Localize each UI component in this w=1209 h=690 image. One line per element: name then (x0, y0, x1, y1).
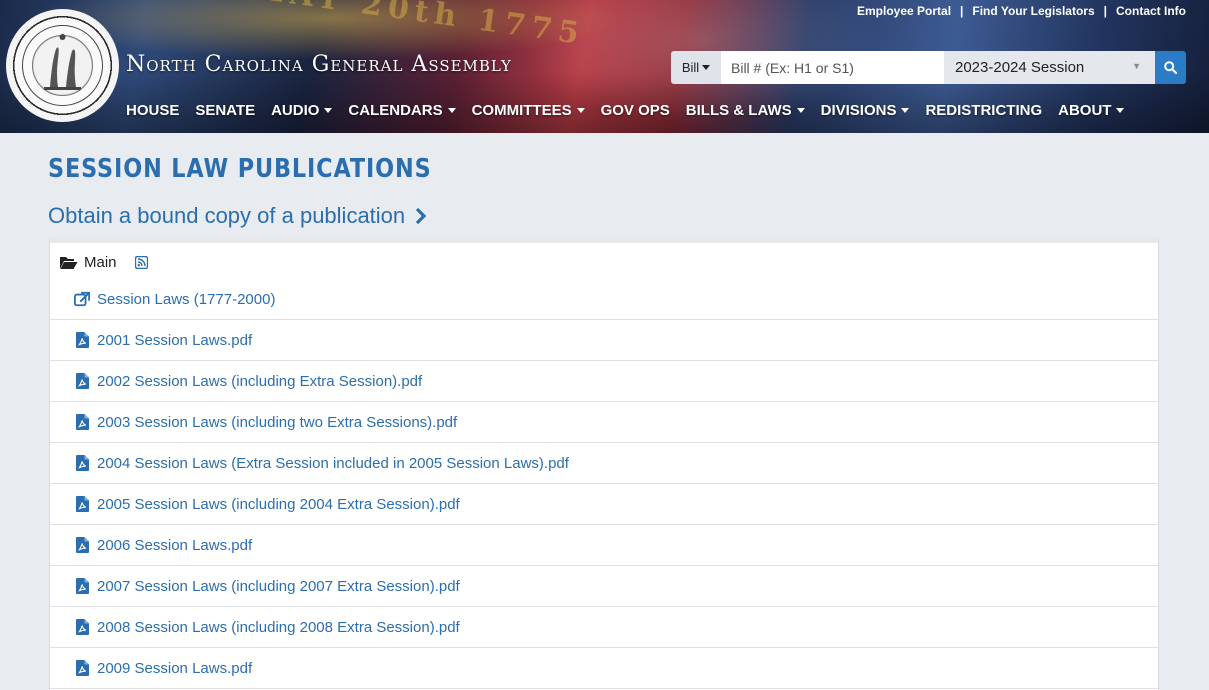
nav-item-about[interactable]: ABOUT (1058, 102, 1125, 119)
main-nav: HOUSE SENATE AUDIO CALENDARS COMMITTEES … (126, 102, 1140, 119)
list-item: 2007 Session Laws (including 2007 Extra … (50, 566, 1158, 607)
list-item: 2009 Session Laws.pdf (50, 648, 1158, 689)
nav-item-label: COMMITTEES (471, 102, 572, 119)
search-button[interactable] (1155, 51, 1186, 84)
nav-item-senate[interactable]: SENATE (195, 102, 255, 119)
nav-item-label: ABOUT (1058, 102, 1112, 119)
list-item: 2004 Session Laws (Extra Session include… (50, 443, 1158, 484)
list-item: 2006 Session Laws.pdf (50, 525, 1158, 566)
pdf-file-link[interactable]: 2002 Session Laws (including Extra Sessi… (97, 373, 422, 390)
pdf-file-icon (74, 578, 90, 594)
obtain-bound-copy-link[interactable]: Obtain a bound copy of a publication (48, 203, 427, 229)
list-item: 2005 Session Laws (including 2004 Extra … (50, 484, 1158, 525)
site-title[interactable]: North Carolina General Assembly (126, 52, 512, 77)
pdf-file-link[interactable]: 2003 Session Laws (including two Extra S… (97, 414, 457, 431)
site-header: MAY 20th 1775 North Carolina General Ass… (0, 0, 1209, 133)
utility-links: Employee Portal | Find Your Legislators … (857, 4, 1186, 18)
chevron-down-icon: ▼ (1132, 61, 1141, 71)
nav-item-label: AUDIO (271, 102, 320, 119)
chevron-down-icon (576, 108, 585, 113)
list-item: 2002 Session Laws (including Extra Sessi… (50, 361, 1158, 402)
list-item: Session Laws (1777-2000) (50, 279, 1158, 320)
obtain-link-label: Obtain a bound copy of a publication (48, 203, 406, 228)
nav-item-label: DIVISIONS (820, 102, 897, 119)
folder-label: Main (84, 253, 117, 271)
nav-item-audio[interactable]: AUDIO (271, 102, 333, 119)
link-separator: | (1103, 4, 1107, 18)
nav-item-committees[interactable]: COMMITTEES (472, 102, 585, 119)
publications-panel: Main Session Laws (1777-2000) 2001 Sessi… (49, 237, 1159, 690)
nav-item-label: CALENDARS (348, 102, 443, 119)
session-select[interactable]: 2023-2024 Session ▼ (944, 51, 1155, 84)
pdf-file-icon (74, 619, 90, 635)
chevron-right-icon (416, 207, 427, 225)
list-item: 2001 Session Laws.pdf (50, 320, 1158, 361)
nav-item-gov-ops[interactable]: GOV OPS (601, 102, 670, 119)
pdf-file-icon (74, 373, 90, 389)
flag-date-text: MAY 20th 1775 (249, 0, 588, 53)
nav-item-label: HOUSE (126, 102, 180, 119)
bill-search-form: Bill 2023-2024 Session ▼ (671, 51, 1186, 84)
session-select-value: 2023-2024 Session (955, 59, 1085, 76)
chevron-down-icon (324, 108, 333, 113)
chevron-down-icon (702, 65, 711, 70)
nav-item-label: BILLS & LAWS (685, 102, 792, 119)
chevron-down-icon (1116, 108, 1125, 113)
nav-item-divisions[interactable]: DIVISIONS (821, 102, 910, 119)
pdf-file-link[interactable]: 2007 Session Laws (including 2007 Extra … (97, 578, 460, 595)
list-item: 2003 Session Laws (including two Extra S… (50, 402, 1158, 443)
session-laws-archive-link[interactable]: Session Laws (1777-2000) (97, 291, 275, 308)
pdf-file-link[interactable]: 2009 Session Laws.pdf (97, 660, 252, 677)
list-item: 2008 Session Laws (including 2008 Extra … (50, 607, 1158, 648)
pdf-file-icon (74, 660, 90, 676)
folder-header: Main (50, 243, 1158, 281)
nav-item-house[interactable]: HOUSE (126, 102, 179, 119)
pdf-file-icon (74, 455, 90, 471)
folder-open-icon (60, 256, 78, 269)
chevron-down-icon (901, 108, 910, 113)
file-list: 2001 Session Laws.pdf 2002 Session Laws (… (50, 320, 1158, 689)
chevron-down-icon (796, 108, 805, 113)
pdf-file-icon (74, 537, 90, 553)
pdf-file-link[interactable]: 2005 Session Laws (including 2004 Extra … (97, 496, 460, 513)
bill-type-dropdown[interactable]: Bill (671, 51, 721, 84)
contact-info-link[interactable]: Contact Info (1116, 4, 1186, 18)
external-link-icon (74, 291, 90, 307)
bill-type-label: Bill (681, 60, 700, 75)
bill-number-input[interactable] (721, 51, 944, 84)
nav-item-label: GOV OPS (600, 102, 670, 119)
rss-feed-button[interactable] (134, 255, 148, 269)
nav-item-calendars[interactable]: CALENDARS (348, 102, 456, 119)
nav-item-label: REDISTRICTING (925, 102, 1043, 119)
pdf-file-link[interactable]: 2006 Session Laws.pdf (97, 537, 252, 554)
pdf-file-icon (74, 496, 90, 512)
search-icon (1164, 61, 1177, 74)
state-seal-logo[interactable] (6, 9, 119, 122)
nav-item-bills-laws[interactable]: BILLS & LAWS (686, 102, 805, 119)
pdf-file-icon (74, 332, 90, 348)
link-separator: | (960, 4, 964, 18)
employee-portal-link[interactable]: Employee Portal (857, 4, 951, 18)
page-title: SESSION LAW PUBLICATIONS (48, 154, 432, 184)
pdf-file-link[interactable]: 2008 Session Laws (including 2008 Extra … (97, 619, 460, 636)
pdf-file-link[interactable]: 2001 Session Laws.pdf (97, 332, 252, 349)
find-legislators-link[interactable]: Find Your Legislators (972, 4, 1094, 18)
nav-item-redistricting[interactable]: REDISTRICTING (925, 102, 1042, 119)
nav-item-label: SENATE (195, 102, 256, 119)
chevron-down-icon (447, 108, 456, 113)
rss-icon (134, 255, 148, 269)
pdf-file-icon (74, 414, 90, 430)
pdf-file-link[interactable]: 2004 Session Laws (Extra Session include… (97, 455, 569, 472)
